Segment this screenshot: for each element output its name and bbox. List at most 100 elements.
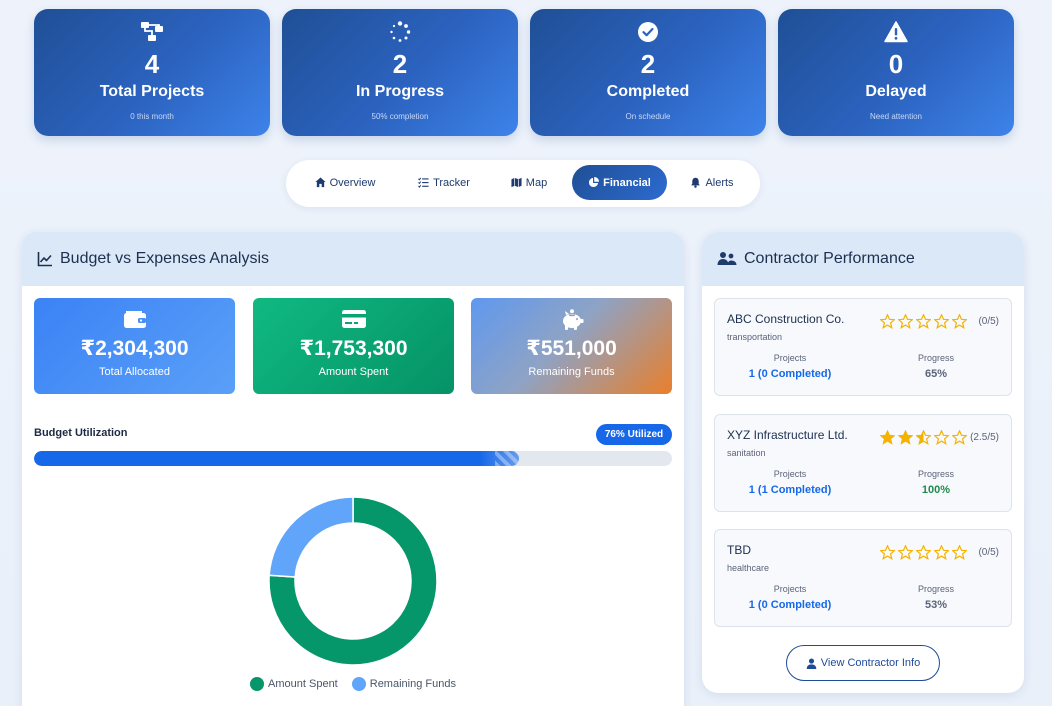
warning-triangle-icon <box>778 21 1014 43</box>
contractor-category: sanitation <box>727 448 766 458</box>
projects-column: Projects 1 (0 Completed) <box>730 353 850 380</box>
view-contractor-info-button[interactable]: View Contractor Info <box>786 645 940 681</box>
stat-card-completed: 2 Completed On schedule <box>530 9 766 136</box>
projects-value: 1 (0 Completed) <box>748 368 832 380</box>
projects-column: Projects 1 (0 Completed) <box>730 584 850 611</box>
progress-value: 100% <box>921 484 951 496</box>
stat-subtext: 0 this month <box>130 112 174 121</box>
tab-overview[interactable]: Overview <box>304 165 386 200</box>
progress-value: 65% <box>924 368 948 380</box>
star-filled-icon <box>879 429 896 450</box>
legend-label: Amount Spent <box>268 678 338 690</box>
legend-swatch <box>250 677 265 691</box>
star-rating <box>879 313 968 334</box>
donut-slice-remaining-funds[interactable] <box>268 496 354 578</box>
pie-chart-icon <box>589 177 600 188</box>
budget-panel-header: Budget vs Expenses Analysis <box>22 232 684 286</box>
total-allocated-card: ₹2,304,300 Total Allocated <box>34 298 235 394</box>
star-empty-icon <box>951 429 968 450</box>
stat-label: In Progress <box>355 83 445 100</box>
card-label: Amount Spent <box>318 366 389 378</box>
legend-item-remaining-funds[interactable]: Remaining Funds <box>351 677 456 691</box>
utilization-badge: 76% Utilized <box>596 424 672 445</box>
stat-label: Delayed <box>865 83 927 100</box>
card-value: ₹2,304,300 <box>80 337 189 360</box>
tab-label: Tracker <box>433 176 470 189</box>
contractor-card[interactable]: XYZ Infrastructure Ltd. sanitation (2.5/… <box>714 414 1012 512</box>
check-circle-icon <box>530 21 766 43</box>
contractor-card[interactable]: TBD healthcare (0/5) Projects 1 (0 Compl… <box>714 529 1012 627</box>
user-icon <box>806 657 817 669</box>
progress-label: Progress <box>917 353 954 363</box>
stat-card-total-projects: 4 Total Projects 0 this month <box>34 9 270 136</box>
tab-label: Map <box>525 176 548 189</box>
tab-tracker[interactable]: Tracker <box>408 165 480 200</box>
stat-subtext: 50% completion <box>371 112 429 121</box>
stat-card-in-progress: 2 In Progress 50% completion <box>282 9 518 136</box>
legend-swatch <box>351 677 366 691</box>
contractor-category: transportation <box>727 332 783 342</box>
credit-card-icon <box>253 309 454 329</box>
projects-value: 1 (1 Completed) <box>748 484 832 496</box>
tab-financial[interactable]: Financial <box>572 165 667 200</box>
card-label: Total Allocated <box>99 366 170 378</box>
progress-value: 53% <box>924 599 948 611</box>
star-empty-icon <box>933 313 950 334</box>
rating-text: (0/5) <box>978 547 999 558</box>
star-empty-icon <box>915 313 932 334</box>
tab-label: Overview <box>329 176 376 189</box>
panel-title: Budget vs Expenses Analysis <box>60 250 270 267</box>
utilization-progress-bar <box>34 451 672 466</box>
budget-donut-chart <box>268 496 438 666</box>
star-empty-icon <box>915 544 932 565</box>
progress-column: Progress 100% <box>876 469 996 496</box>
stat-value: 4 <box>144 49 160 79</box>
utilization-progress-fill <box>34 451 519 466</box>
stat-card-delayed: 0 Delayed Need attention <box>778 9 1014 136</box>
stat-value: 0 <box>888 49 904 79</box>
projects-label: Projects <box>773 584 807 594</box>
card-value: ₹1,753,300 <box>299 337 408 360</box>
map-icon <box>511 177 522 188</box>
star-rating <box>879 544 968 565</box>
stat-value: 2 <box>640 49 656 79</box>
line-chart-icon <box>37 252 52 267</box>
stat-subtext: Need attention <box>869 112 923 121</box>
star-empty-icon <box>951 313 968 334</box>
tab-map[interactable]: Map <box>500 165 558 200</box>
bell-icon <box>691 177 701 188</box>
legend-item-amount-spent[interactable]: Amount Spent <box>250 677 338 691</box>
tab-alerts[interactable]: Alerts <box>682 165 742 200</box>
star-empty-icon <box>879 313 896 334</box>
home-icon <box>315 177 326 188</box>
progress-column: Progress 65% <box>876 353 996 380</box>
projects-label: Projects <box>773 353 807 363</box>
contractor-name: XYZ Infrastructure Ltd. <box>727 428 848 442</box>
projects-value: 1 (0 Completed) <box>748 599 832 611</box>
progress-label: Progress <box>917 584 954 594</box>
button-label: View Contractor Info <box>820 657 921 669</box>
tasks-icon <box>418 177 429 188</box>
stat-value: 2 <box>392 49 408 79</box>
contractor-name: ABC Construction Co. <box>727 312 845 326</box>
tab-label: Alerts <box>705 176 734 189</box>
star-empty-icon <box>879 544 896 565</box>
budget-panel: Budget vs Expenses Analysis ₹2,304,300 T… <box>22 232 684 706</box>
rating-text: (0/5) <box>978 316 999 327</box>
progress-label: Progress <box>917 469 954 479</box>
legend-label: Remaining Funds <box>369 678 456 690</box>
card-label: Remaining Funds <box>528 366 615 378</box>
tab-bar: Overview Tracker Map Financial Alerts <box>286 160 760 207</box>
card-value: ₹551,000 <box>526 337 617 360</box>
chart-legend: Amount Spent Remaining Funds <box>22 677 684 691</box>
amount-spent-card: ₹1,753,300 Amount Spent <box>253 298 454 394</box>
stats-row: 4 Total Projects 0 this month 2 In Progr… <box>34 9 1014 136</box>
contractor-card[interactable]: ABC Construction Co. transportation (0/5… <box>714 298 1012 396</box>
stat-label: Completed <box>606 83 690 100</box>
project-diagram-icon <box>34 21 270 43</box>
progress-column: Progress 53% <box>876 584 996 611</box>
star-empty-icon <box>933 544 950 565</box>
star-empty-icon <box>933 429 950 450</box>
projects-column: Projects 1 (1 Completed) <box>730 469 850 496</box>
projects-label: Projects <box>773 469 807 479</box>
